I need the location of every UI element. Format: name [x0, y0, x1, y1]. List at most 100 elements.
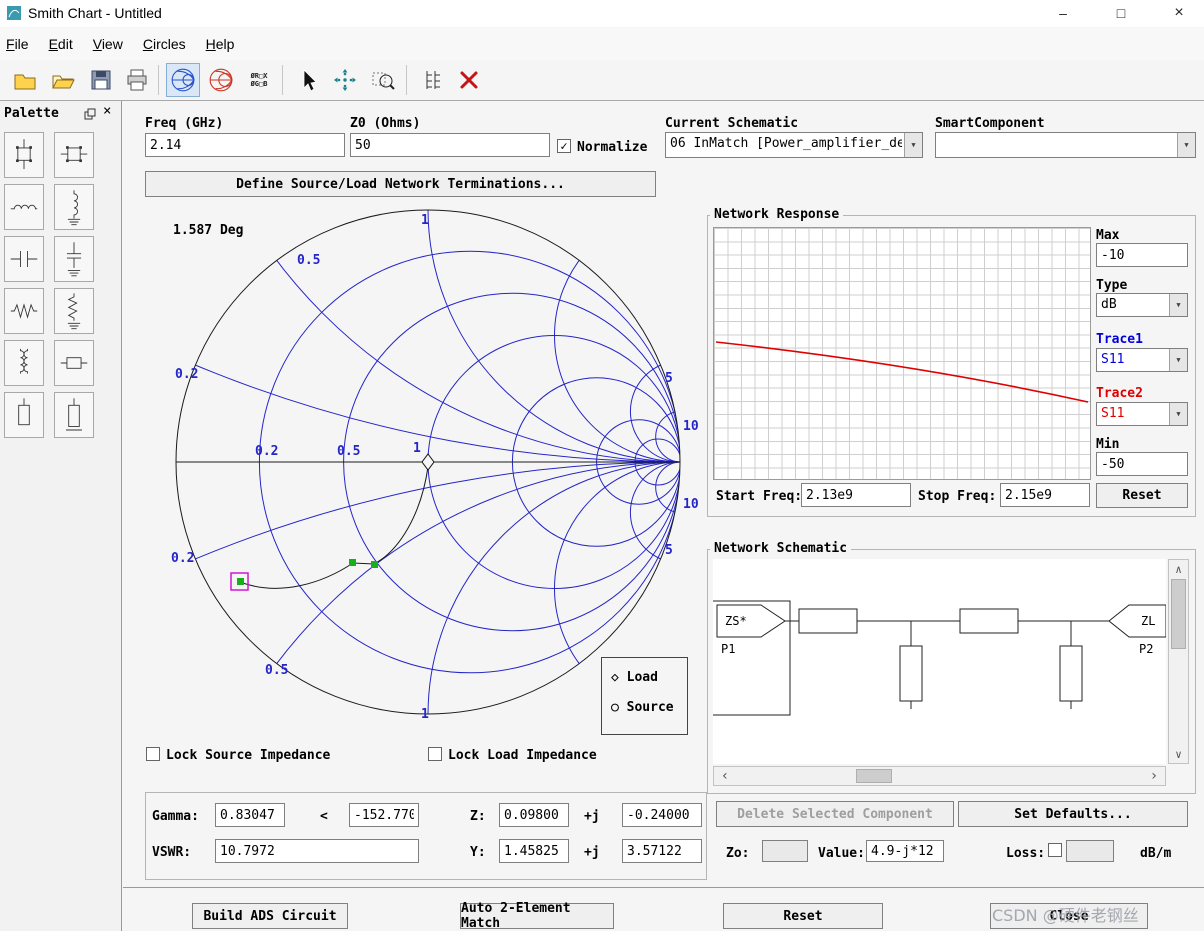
build-ads-circuit-button[interactable]: Build ADS Circuit: [192, 903, 348, 929]
smith-label: 0.2: [255, 444, 279, 459]
chevron-down-icon: ▼: [1169, 349, 1187, 371]
set-defaults-button[interactable]: Set Defaults...: [958, 801, 1188, 827]
vswr-label: VSWR:: [152, 845, 192, 860]
freq-input[interactable]: [145, 133, 345, 157]
max-input[interactable]: [1096, 243, 1188, 267]
delete-button[interactable]: [452, 63, 486, 97]
palette-series-capacitor-button[interactable]: [4, 236, 44, 282]
zoom-button[interactable]: [366, 63, 400, 97]
z0-input[interactable]: [350, 133, 550, 157]
palette-shunt-resistor-button[interactable]: [54, 288, 94, 334]
type-select[interactable]: dB ▼: [1096, 293, 1188, 317]
normalize-checkbox[interactable]: ✓: [557, 139, 571, 153]
hscroll-thumb[interactable]: [856, 769, 892, 783]
scroll-up-icon[interactable]: ∧: [1169, 562, 1188, 576]
pointer-button[interactable]: [290, 63, 324, 97]
marker-format-button[interactable]: ØR□X ØG□B: [242, 63, 276, 97]
palette-open-stub-button[interactable]: [4, 392, 44, 438]
scroll-right-icon[interactable]: ›: [1147, 767, 1161, 785]
loss-input[interactable]: [1066, 840, 1114, 862]
center-diamond-marker[interactable]: [421, 453, 435, 471]
save-button[interactable]: [84, 63, 118, 97]
load-radio[interactable]: ◇ Load: [611, 670, 658, 685]
value-input[interactable]: [866, 840, 944, 862]
open-button[interactable]: [46, 63, 80, 97]
smith-label: 0.5: [297, 253, 321, 268]
gamma-angle-input[interactable]: [349, 803, 419, 827]
y-imag-input[interactable]: [622, 839, 702, 863]
palette-series-resistor-button[interactable]: [4, 288, 44, 334]
open-folder-icon: [52, 75, 75, 89]
menu-help[interactable]: Help: [206, 36, 235, 52]
palette-transformer-button[interactable]: [4, 340, 44, 386]
loss-checkbox[interactable]: [1048, 843, 1062, 857]
smith-chart-tool-button[interactable]: [166, 63, 200, 97]
minimize-button[interactable]: –: [1040, 0, 1086, 26]
menu-file[interactable]: File: [6, 36, 29, 52]
menu-edit[interactable]: Edit: [49, 36, 73, 52]
palette-shunt-inductor-button[interactable]: [54, 184, 94, 230]
maximize-button[interactable]: □: [1098, 0, 1144, 26]
smith-label: 10: [683, 497, 699, 512]
scroll-left-icon[interactable]: ‹: [718, 767, 732, 785]
match-point-marker[interactable]: [349, 559, 356, 566]
move-point-button[interactable]: [328, 63, 362, 97]
palette-short-stub-button[interactable]: [54, 392, 94, 438]
palette-series-tline-button[interactable]: [54, 340, 94, 386]
trace2-select[interactable]: S11 ▼: [1096, 402, 1188, 426]
smart-component-select[interactable]: ▼: [935, 132, 1196, 158]
palette-shunt-capacitor-button[interactable]: [54, 236, 94, 282]
match-point-marker[interactable]: [371, 561, 378, 568]
bottom-reset-button[interactable]: Reset: [723, 903, 883, 929]
schematic-vscrollbar[interactable]: ∧ ∨: [1168, 559, 1189, 764]
series-resistor-icon: [10, 303, 38, 319]
z0-label: Z0 (Ohms): [350, 116, 421, 131]
vscroll-thumb[interactable]: [1171, 579, 1186, 649]
schematic-canvas[interactable]: ZS* P1 ZL P2: [713, 559, 1166, 764]
load-point-marker[interactable]: [237, 578, 244, 585]
scroll-down-icon[interactable]: ∨: [1169, 747, 1188, 761]
close-window-button[interactable]: ×: [1156, 0, 1202, 26]
z-label: Z:: [470, 809, 486, 824]
menu-view[interactable]: View: [93, 36, 123, 52]
shunt-capacitor-icon: [66, 242, 82, 277]
stop-freq-input[interactable]: [1000, 483, 1090, 507]
trace1-select[interactable]: S11 ▼: [1096, 348, 1188, 372]
delete-selected-component-button[interactable]: Delete Selected Component: [716, 801, 954, 827]
min-input[interactable]: [1096, 452, 1188, 476]
lock-load-checkbox[interactable]: [428, 747, 442, 761]
save-icon: [91, 70, 111, 90]
smith-chart-canvas[interactable]: 1.587 Deg 1 0.5 0.2 0.2 0.5 1 5 10 10 5 …: [145, 207, 707, 738]
source-radio[interactable]: ○ Source: [611, 700, 674, 715]
gamma-mag-input[interactable]: [215, 803, 285, 827]
auto-match-button[interactable]: Auto 2-Element Match: [460, 901, 614, 931]
print-button[interactable]: [120, 63, 154, 97]
trace2-label: Trace2: [1096, 386, 1143, 401]
vswr-input[interactable]: [215, 839, 419, 863]
lock-source-checkbox[interactable]: [146, 747, 160, 761]
palette-series-inductor-button[interactable]: [4, 184, 44, 230]
palette-shunt-network-button[interactable]: [4, 132, 44, 178]
zo-input[interactable]: [762, 840, 808, 862]
current-schematic-select[interactable]: 06 InMatch [Power_amplifier_de: ▼: [665, 132, 923, 158]
menu-circles[interactable]: Circles: [143, 36, 186, 52]
palette-float-icon[interactable]: [84, 108, 96, 120]
title-bar: Smith Chart - Untitled – □ ×: [0, 0, 1204, 27]
schematic-hscrollbar[interactable]: ‹ ›: [713, 766, 1166, 786]
palette-close-icon[interactable]: ×: [103, 103, 111, 119]
define-terminations-button[interactable]: Define Source/Load Network Terminations.…: [145, 171, 656, 197]
z-real-input[interactable]: [499, 803, 569, 827]
new-button[interactable]: [8, 63, 42, 97]
watermark: CSDN @硬件老钢丝: [992, 906, 1139, 925]
start-freq-input[interactable]: [801, 483, 911, 507]
y-real-input[interactable]: [499, 839, 569, 863]
series-network-icon: [60, 146, 88, 163]
app-icon: [7, 6, 21, 20]
response-reset-button[interactable]: Reset: [1096, 483, 1188, 508]
tune-button[interactable]: [414, 63, 448, 97]
start-freq-label: Start Freq:: [716, 489, 803, 504]
zo-label: Zo:: [726, 846, 750, 861]
z-imag-input[interactable]: [622, 803, 702, 827]
smith-chart-alt-button[interactable]: [204, 63, 238, 97]
palette-series-network-button[interactable]: [54, 132, 94, 178]
